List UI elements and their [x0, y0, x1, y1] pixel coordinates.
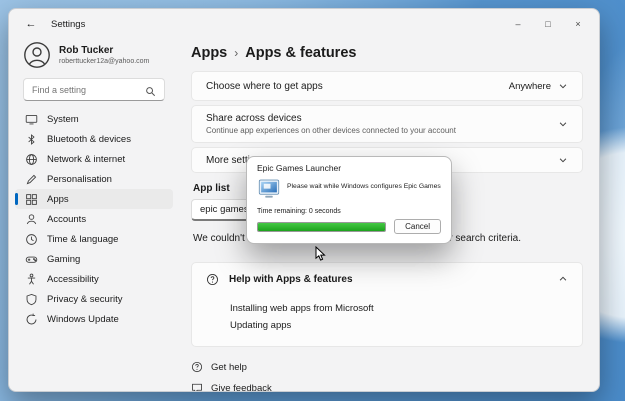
sidebar-item-apps[interactable]: Apps: [15, 189, 173, 209]
help-icon: [206, 273, 219, 286]
dialog-titlebar[interactable]: Epic Games Launcher: [247, 157, 451, 175]
desktop: { "window": { "title": "Settings", "back…: [0, 0, 625, 401]
progress-bar: [257, 221, 387, 232]
share-across-devices-card[interactable]: Share across devices Continue app experi…: [191, 105, 583, 143]
avatar: [23, 41, 51, 69]
back-icon[interactable]: ←: [19, 13, 43, 35]
sidebar-item-label: Time & language: [47, 233, 119, 245]
help-link[interactable]: Installing web apps from Microsoft: [230, 303, 582, 314]
choose-where-card: Choose where to get apps Anywhere: [191, 71, 583, 101]
sidebar-item-time-language[interactable]: Time & language: [15, 229, 173, 249]
sidebar-item-label: Accounts: [47, 213, 87, 225]
sidebar-item-system[interactable]: System: [15, 109, 173, 129]
user-profile[interactable]: Rob Tucker roberttucker12a@yahoo.com: [23, 41, 165, 69]
get-help-link[interactable]: Get help: [191, 361, 583, 373]
settings-window: ← Settings – □ × Rob Tucker roberttucker…: [8, 8, 600, 392]
shield-icon: [25, 293, 38, 306]
minimize-button[interactable]: –: [503, 13, 533, 35]
sidebar-item-label: Apps: [47, 193, 69, 205]
apps-grid-icon: [25, 193, 38, 206]
chevron-up-icon[interactable]: [558, 274, 568, 284]
window-title: Settings: [51, 18, 86, 30]
breadcrumb-root[interactable]: Apps: [191, 45, 227, 61]
gamepad-icon: [25, 253, 38, 266]
footer-link-label: Get help: [211, 361, 247, 373]
sidebar-item-bluetooth-devices[interactable]: Bluetooth & devices: [15, 129, 173, 149]
update-arrows-icon: [25, 313, 38, 326]
sidebar-item-gaming[interactable]: Gaming: [15, 249, 173, 269]
share-devices-description: Continue app experiences on other device…: [206, 126, 456, 135]
sidebar-item-personalisation[interactable]: Personalisation: [15, 169, 173, 189]
sidebar-item-label: Personalisation: [47, 173, 112, 185]
progress-bar-fill: [258, 222, 386, 231]
system-icon: [25, 113, 38, 126]
maximize-button[interactable]: □: [533, 13, 563, 35]
footer-link-label: Give feedback: [211, 382, 272, 392]
accessibility-icon: [25, 273, 38, 286]
sidebar-nav: System Bluetooth & devices Network & int…: [9, 109, 179, 329]
installer-dialog: Epic Games Launcher Please wait while Wi…: [246, 156, 452, 244]
sidebar-item-privacy-security[interactable]: Privacy & security: [15, 289, 173, 309]
user-email: roberttucker12a@yahoo.com: [59, 57, 150, 65]
paintbrush-icon: [25, 173, 38, 186]
footer-links: Get help Give feedback: [191, 361, 583, 392]
choose-where-label: Choose where to get apps: [206, 80, 323, 92]
cancel-button[interactable]: Cancel: [394, 219, 441, 234]
sidebar-item-label: Bluetooth & devices: [47, 133, 131, 145]
titlebar: ← Settings – □ ×: [9, 9, 599, 39]
breadcrumb: Apps › Apps & features: [191, 45, 583, 61]
selection-indicator: [15, 193, 18, 205]
help-link[interactable]: Updating apps: [230, 320, 582, 331]
sidebar-item-windows-update[interactable]: Windows Update: [15, 309, 173, 329]
user-name: Rob Tucker: [59, 45, 114, 57]
dropdown-value: Anywhere: [508, 80, 551, 92]
chevron-down-icon: [558, 81, 568, 91]
page-title: Apps & features: [245, 45, 357, 61]
chevron-down-icon[interactable]: [558, 155, 568, 165]
globe-icon: [25, 153, 38, 166]
bluetooth-icon: [25, 133, 38, 146]
share-devices-label: Share across devices: [206, 113, 302, 124]
windows-installer-icon: [257, 177, 281, 201]
sidebar-item-network-internet[interactable]: Network & internet: [15, 149, 173, 169]
clock-icon: [25, 233, 38, 246]
mouse-cursor: [315, 246, 326, 261]
breadcrumb-separator: ›: [234, 46, 239, 60]
person-icon: [25, 213, 38, 226]
sidebar-item-label: System: [47, 113, 79, 125]
dialog-message: Please wait while Windows configures Epi…: [287, 183, 441, 190]
give-feedback-link[interactable]: Give feedback: [191, 382, 583, 392]
sidebar-item-label: Gaming: [47, 253, 81, 265]
help-expander[interactable]: Help with Apps & features: [192, 263, 582, 295]
chevron-down-icon[interactable]: [558, 119, 568, 129]
settings-search-box[interactable]: [23, 78, 165, 101]
help-card-title: Help with Apps & features: [229, 273, 353, 285]
sidebar-item-label: Privacy & security: [47, 293, 123, 305]
close-button[interactable]: ×: [563, 13, 593, 35]
choose-where-dropdown[interactable]: Anywhere: [509, 81, 568, 92]
sidebar-item-label: Windows Update: [47, 313, 119, 325]
search-icon: [145, 84, 156, 97]
sidebar-item-label: Accessibility: [47, 273, 99, 285]
help-card: Help with Apps & features Installing web…: [191, 262, 583, 347]
dialog-title: Epic Games Launcher: [257, 163, 342, 173]
question-circle-icon: [191, 361, 203, 373]
sidebar-item-accounts[interactable]: Accounts: [15, 209, 173, 229]
search-input[interactable]: [32, 84, 145, 95]
sidebar-item-accessibility[interactable]: Accessibility: [15, 269, 173, 289]
feedback-icon: [191, 382, 203, 391]
sidebar-item-label: Network & internet: [47, 153, 126, 165]
sidebar: Rob Tucker roberttucker12a@yahoo.com Sys…: [9, 39, 179, 391]
time-remaining-text: Time remaining: 0 seconds: [257, 208, 341, 215]
